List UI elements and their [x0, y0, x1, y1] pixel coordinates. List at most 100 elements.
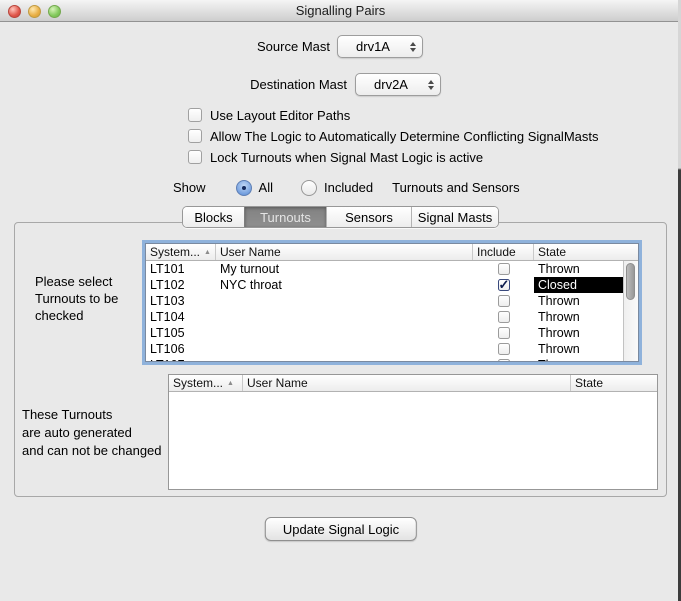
include-checkbox[interactable]: [498, 359, 510, 361]
turnouts-table-body: LT101 My turnout Thrown LT102 NYC throat…: [146, 261, 623, 361]
column-header-system-name[interactable]: System... ▲: [146, 244, 216, 260]
cell-user-name: [216, 309, 473, 325]
cell-user-name: [216, 325, 473, 341]
cell-state[interactable]: Thrown: [534, 261, 623, 277]
column-header-label: Include: [477, 245, 516, 259]
checkbox-icon: [188, 108, 202, 122]
cell-system-name: LT101: [146, 261, 216, 277]
table-row[interactable]: LT103 Thrown: [146, 293, 623, 309]
popup-stepper-arrows-icon: [410, 36, 416, 57]
column-header-state[interactable]: State: [534, 244, 638, 260]
checkbox-icon: [188, 129, 202, 143]
source-mast-value: drv1A: [356, 39, 390, 54]
checkbox-label: Allow The Logic to Automatically Determi…: [210, 129, 599, 144]
cell-user-name: [216, 293, 473, 309]
scrollbar-thumb[interactable]: [626, 263, 635, 300]
table-row[interactable]: LT104 Thrown: [146, 309, 623, 325]
show-suffix-label: Turnouts and Sensors: [392, 180, 519, 195]
turnouts-table: System... ▲ User Name Include State LT10…: [145, 243, 639, 362]
cell-system-name: LT107: [146, 357, 216, 361]
checkbox-lock-turnouts[interactable]: Lock Turnouts when Signal Mast Logic is …: [188, 149, 483, 165]
signalling-pairs-window: Signalling Pairs Source Mast drv1A Desti…: [0, 0, 681, 601]
label-line: are auto generated: [22, 424, 162, 442]
tab-blocks[interactable]: Blocks: [183, 207, 244, 227]
cell-system-name: LT102: [146, 277, 216, 293]
cell-user-name: [216, 357, 473, 361]
column-header-system-name[interactable]: System... ▲: [169, 375, 243, 391]
update-signal-logic-button[interactable]: Update Signal Logic: [265, 517, 417, 541]
category-tabs: Blocks Turnouts Sensors Signal Masts: [182, 206, 499, 228]
select-turnouts-label: Please select Turnouts to be checked: [35, 273, 118, 324]
cell-state[interactable]: Thrown: [534, 325, 623, 341]
cell-include: [473, 325, 534, 341]
checkbox-icon: [188, 150, 202, 164]
show-label: Show: [173, 180, 206, 195]
include-checkbox[interactable]: [498, 279, 510, 291]
column-header-user-name[interactable]: User Name: [243, 375, 571, 391]
radio-icon: [236, 180, 252, 196]
auto-generated-label: These Turnouts are auto generated and ca…: [22, 406, 162, 460]
include-checkbox[interactable]: [498, 263, 510, 275]
cell-include: [473, 309, 534, 325]
cell-state[interactable]: Thrown: [534, 293, 623, 309]
titlebar[interactable]: Signalling Pairs: [0, 0, 681, 22]
cell-include: [473, 277, 534, 293]
cell-state[interactable]: Thrown: [534, 341, 623, 357]
close-button-icon[interactable]: [8, 5, 21, 18]
cell-system-name: LT104: [146, 309, 216, 325]
cell-system-name: LT106: [146, 341, 216, 357]
table-row[interactable]: LT101 My turnout Thrown: [146, 261, 623, 277]
radio-show-included[interactable]: Included: [301, 180, 373, 196]
zoom-button-icon[interactable]: [48, 5, 61, 18]
destination-mast-label: Destination Mast: [0, 77, 347, 93]
cell-state[interactable]: Thrown: [534, 309, 623, 325]
label-line: and can not be changed: [22, 442, 162, 460]
include-checkbox[interactable]: [498, 311, 510, 323]
cell-state[interactable]: Thrown: [534, 357, 623, 361]
auto-generated-turnouts-table: System... ▲ User Name State: [168, 374, 658, 490]
window-title: Signalling Pairs: [0, 3, 681, 18]
radio-show-all[interactable]: All: [236, 180, 273, 196]
column-header-label: User Name: [220, 245, 281, 259]
cell-system-name: LT105: [146, 325, 216, 341]
table-row[interactable]: LT102 NYC throat Closed: [146, 277, 623, 293]
label-line: checked: [35, 307, 118, 324]
auto-table-body: [169, 392, 657, 489]
column-header-label: System...: [173, 376, 223, 390]
sort-ascending-icon: ▲: [204, 249, 211, 256]
auto-table-header: System... ▲ User Name State: [169, 375, 657, 392]
column-header-state[interactable]: State: [571, 375, 657, 391]
column-header-user-name[interactable]: User Name: [216, 244, 473, 260]
cell-user-name: NYC throat: [216, 277, 473, 293]
column-header-include[interactable]: Include: [473, 244, 534, 260]
cell-user-name: My turnout: [216, 261, 473, 277]
vertical-scrollbar[interactable]: [623, 261, 638, 361]
source-mast-select[interactable]: drv1A: [337, 35, 423, 58]
destination-mast-select[interactable]: drv2A: [355, 73, 441, 96]
table-row-partial[interactable]: LT107 Thrown: [146, 357, 623, 361]
tab-signal-masts[interactable]: Signal Masts: [411, 207, 498, 227]
table-row[interactable]: LT106 Thrown: [146, 341, 623, 357]
show-filter-row: Show All Included Turnouts and Sensors: [173, 179, 520, 196]
checkbox-auto-determine-conflicting[interactable]: Allow The Logic to Automatically Determi…: [188, 128, 599, 144]
table-row[interactable]: LT105 Thrown: [146, 325, 623, 341]
radio-label: All: [259, 180, 273, 195]
include-checkbox[interactable]: [498, 295, 510, 307]
checkbox-label: Use Layout Editor Paths: [210, 108, 350, 123]
popup-stepper-arrows-icon: [428, 74, 434, 95]
label-line: These Turnouts: [22, 406, 162, 424]
minimize-button-icon[interactable]: [28, 5, 41, 18]
include-checkbox[interactable]: [498, 343, 510, 355]
include-checkbox[interactable]: [498, 327, 510, 339]
tab-turnouts[interactable]: Turnouts: [244, 207, 326, 227]
radio-icon: [301, 180, 317, 196]
destination-mast-value: drv2A: [374, 77, 408, 92]
tab-sensors[interactable]: Sensors: [326, 207, 411, 227]
cell-state[interactable]: Closed: [534, 277, 623, 293]
radio-label: Included: [324, 180, 373, 195]
checkbox-use-layout-editor-paths[interactable]: Use Layout Editor Paths: [188, 107, 350, 123]
cell-include: [473, 341, 534, 357]
cell-include: [473, 293, 534, 309]
checkbox-label: Lock Turnouts when Signal Mast Logic is …: [210, 150, 483, 165]
column-header-label: User Name: [247, 376, 308, 390]
